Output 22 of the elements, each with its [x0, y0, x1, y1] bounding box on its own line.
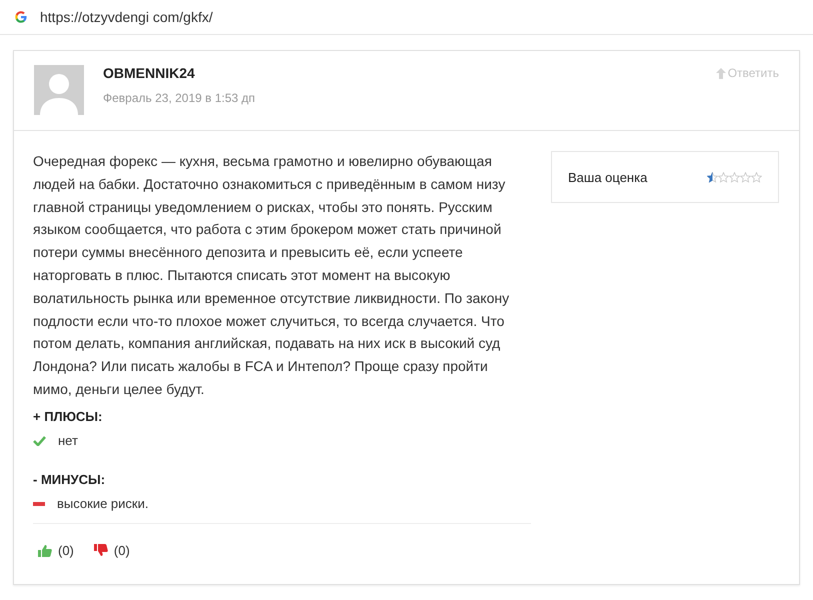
star-icon[interactable]	[729, 172, 740, 182]
star-icon[interactable]	[740, 172, 751, 182]
arrow-up-icon	[716, 68, 726, 78]
section-heading: - МИНУСЫ:	[33, 472, 106, 488]
like-button[interactable]: (0)	[38, 542, 74, 558]
section-heading: + ПЛЮСЫ:	[33, 408, 104, 425]
star-icon[interactable]	[707, 172, 718, 182]
dislike-button[interactable]: (0)	[94, 542, 130, 558]
checkmark-icon	[33, 436, 46, 446]
star-icon[interactable]	[718, 172, 729, 182]
thumbs-down-icon	[94, 544, 108, 557]
star-icon[interactable]	[751, 172, 762, 182]
rating-label: Ваша оценка	[568, 170, 648, 184]
author-name[interactable]: OBMENNIK24	[103, 65, 256, 81]
url-text: https://otzyvdengi com/gkfx/	[40, 9, 213, 25]
minus-icon	[33, 502, 45, 506]
avatar-silhouette-icon	[34, 65, 84, 115]
section-item-text: нет	[58, 432, 78, 449]
google-logo-icon	[15, 11, 27, 23]
section-item-text: высокие риски.	[57, 496, 148, 512]
comment-text: Очередная форекс — кухня, весьма грамотно и ювелирно обувающая людей на бабки. Достаточно ознакомиться с приведённым в самом низу главной страницы уведомлением о рисках, чтобы это понять. Русским языком сообщается, что работа с этим брокером может стать причиной потери суммы внесённого депозита и превысить её, если успеете наторговать в плюс. Пытаются списать этот момент на высокую волатильность рынка или временное отсутствие ликвидности. По закону подлости если что-то плохое может случиться, то всегда случается. Что потом делать, компания английская, подавать на них иск в высокий суд Лондона? Или писать жалобы в FCA и Интепол? Проще сразу пройти мимо, деньги целее будут.	[33, 152, 510, 399]
thumbs-up-icon	[38, 544, 52, 557]
